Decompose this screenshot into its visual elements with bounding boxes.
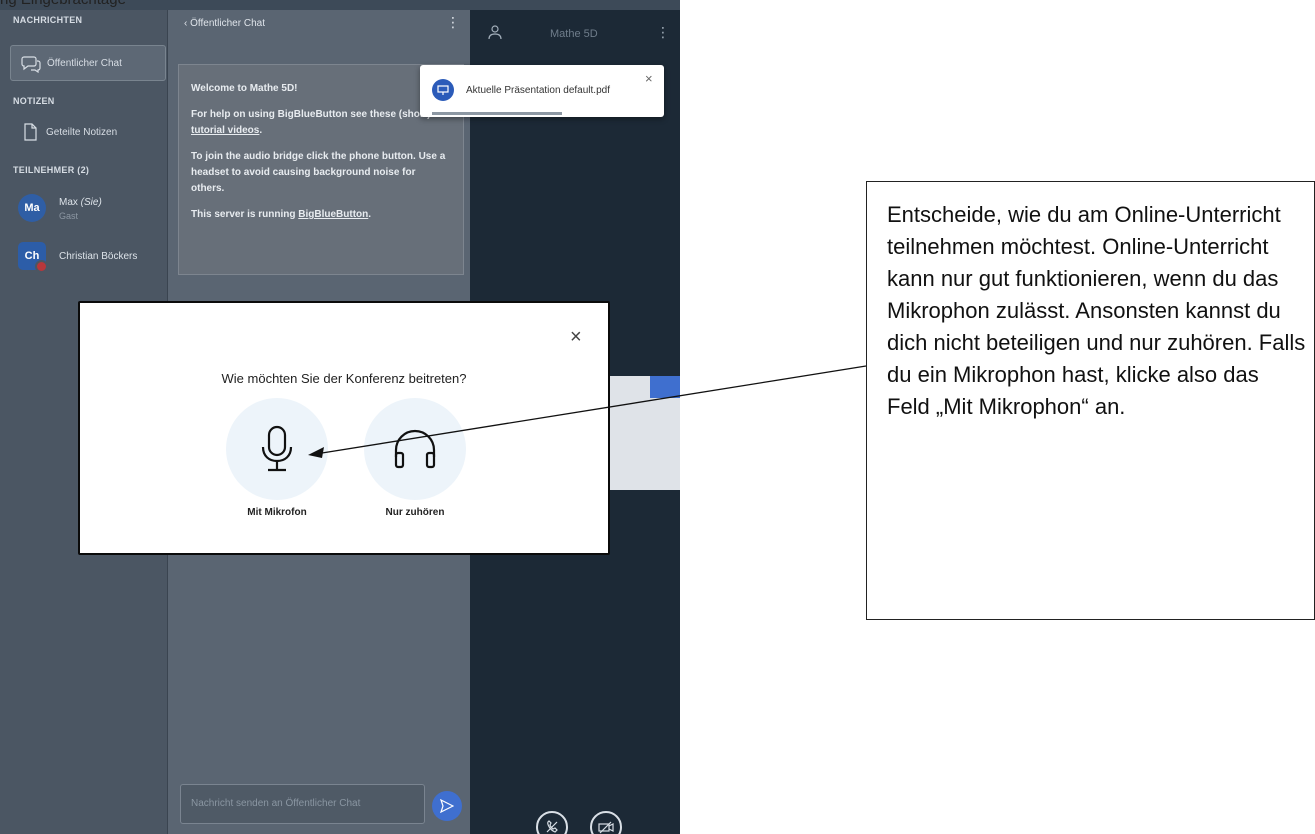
page-root: ng Eingebrachtage NACHRICHTEN Öffentlich… [0,0,1315,834]
callout-arrow [308,365,867,458]
arrowhead [308,447,324,458]
